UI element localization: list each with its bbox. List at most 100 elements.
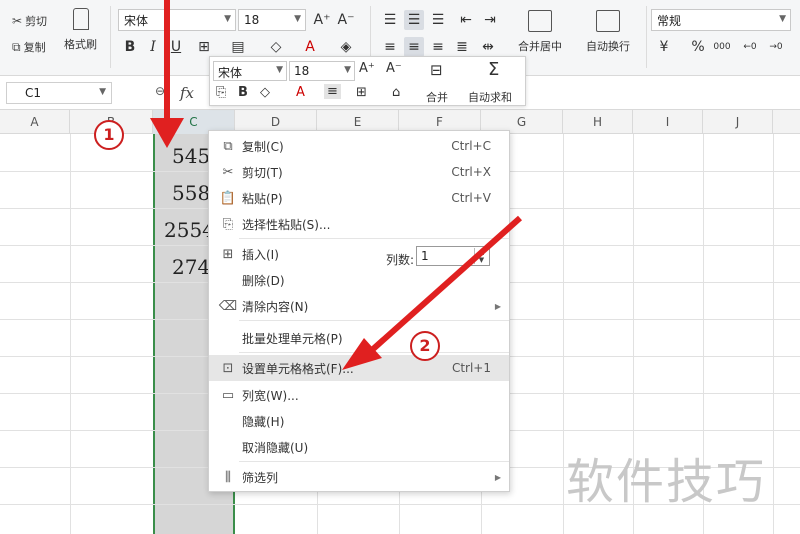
italic-icon: I [150,39,156,55]
mini-autosum-button[interactable]: 自动求和 [468,89,512,105]
menu-item-format-cells[interactable]: ⊡ 设置单元格格式(F)... Ctrl+1 [209,355,509,381]
format-cells-icon: ⊡ [222,360,234,376]
bold-button[interactable]: B [120,37,140,57]
font-size-value: 18 [244,13,260,27]
chevron-down-icon: ▼ [779,14,786,24]
mini-clear-icon[interactable]: ⌂ [392,85,400,100]
align-bottom-button[interactable]: ☰ [428,10,448,30]
column-count-input[interactable]: 1 ▲ ▼ [416,246,490,266]
chevron-down-icon: ▼ [294,14,301,24]
column-header-h[interactable]: H [563,110,633,134]
mini-bold-icon[interactable]: B [238,85,248,100]
stepper-icon[interactable]: ▲ ▼ [474,248,488,264]
menu-item-paste[interactable]: 📋 粘贴(P) Ctrl+V [209,185,509,211]
thousands-button[interactable]: 000 [712,37,732,57]
align-center-button[interactable]: ≡ [404,37,424,57]
format-painter-button[interactable]: 格式刷 [64,8,97,52]
percent-button[interactable]: % [688,37,708,57]
align-right-button[interactable]: ≡ [428,37,448,57]
mini-merge-button[interactable]: 合并 [426,89,448,105]
decrease-indent-button[interactable]: ⇤ [456,10,476,30]
font-color-button[interactable]: A [300,37,320,57]
column-header-i[interactable]: I [633,110,703,134]
number-format-value: 常规 [657,13,682,28]
mini-font-value: 宋体 [218,66,243,80]
merge-cells-icon [528,10,552,32]
menu-item-hide[interactable]: 隐藏(H) [209,408,509,434]
menu-item-clear-contents[interactable]: ⌫ 清除内容(N) ▶ [209,293,509,319]
currency-button[interactable]: ¥ [654,37,674,57]
increase-decimal-button[interactable]: ←0 [740,37,760,57]
align-left-button[interactable]: ≡ [380,37,400,57]
cell-c2[interactable]: 558 [172,181,210,205]
name-box[interactable]: C1 ▼ [6,82,112,104]
menu-item-delete[interactable]: 删除(D) [209,267,509,293]
eraser-icon: ◈ [340,39,352,55]
column-count-value: 1 [421,249,429,263]
font-size-select[interactable]: 18 ▼ [238,9,306,31]
cell-style-button[interactable]: ▤ [228,37,248,57]
grid-line [773,134,774,534]
wrap-text-button[interactable]: 自动换行 [586,10,630,54]
align-left-icon: ≡ [384,39,396,55]
chevron-down-icon: ▼ [276,65,283,75]
font-name-select[interactable]: 宋体 ▼ [118,9,236,31]
decrease-decimal-button[interactable]: →0 [766,37,786,57]
align-middle-button[interactable]: ☰ [404,10,424,30]
border-button[interactable]: ⊞ [194,37,214,57]
justify-icon: ≣ [456,39,468,55]
align-top-icon: ☰ [383,12,397,28]
zoom-icon[interactable]: ⊖ [155,84,165,98]
mini-border-icon[interactable]: ⊞ [356,85,367,100]
cut-button[interactable]: ✂ 剪切 [12,13,47,29]
copy-icon: ⧉ [223,138,233,154]
column-header-a[interactable]: A [0,110,70,134]
eraser-icon: ⌫ [218,298,238,314]
menu-item-batch-process[interactable]: 批量处理单元格(P) [209,325,509,351]
currency-icon: ¥ [659,39,669,55]
mini-format-painter-icon[interactable]: ⎘ [216,85,226,100]
copy-button[interactable]: ⧉ 复制 [12,39,46,55]
mini-fill-icon[interactable]: ◇ [260,85,270,100]
mini-decrease-font-icon[interactable]: A⁻ [386,61,402,76]
align-top-button[interactable]: ☰ [380,10,400,30]
fill-color-button[interactable]: ◇ [266,37,286,57]
mini-align-icon[interactable]: ≡ [324,84,341,99]
menu-item-insert[interactable]: ⊞ 插入(I) [209,241,379,267]
insert-function-button[interactable]: fx [180,84,194,102]
distribute-button[interactable]: ⇹ [478,37,498,57]
column-count-label: 列数: [386,253,415,267]
menu-item-column-width[interactable]: ▭ 列宽(W)... [209,382,509,408]
menu-separator [239,461,509,462]
menu-item-paste-special[interactable]: ⎘ 选择性粘贴(S)... [209,211,509,237]
decrease-font-button[interactable]: A⁻ [336,10,356,30]
column-header-j[interactable]: J [703,110,773,134]
clear-button[interactable]: ◈ [336,37,356,57]
menu-item-copy[interactable]: ⧉ 复制(C) Ctrl+C [209,133,509,159]
scissors-icon: ✂ [222,164,234,180]
align-middle-icon: ☰ [407,12,421,28]
merge-center-button[interactable]: 合并居中 [518,10,562,54]
italic-button[interactable]: I [143,37,163,57]
cell-c4[interactable]: 274 [172,255,210,279]
menu-item-cut[interactable]: ✂ 剪切(T) Ctrl+X [209,159,509,185]
font-color-icon: A [305,39,315,55]
mini-font-select[interactable]: 宋体 ▼ [213,61,287,81]
underline-button[interactable]: U [166,37,186,57]
sum-icon: Σ [488,59,500,80]
filter-columns-icon: ⫼ [225,469,231,485]
increase-font-button[interactable]: A⁺ [312,10,332,30]
floating-format-toolbar: 宋体 ▼ 18 ▼ A⁺ A⁻ ⎘ B ◇ A ≡ ⊞ ⌂ ⊟ 合并 Σ 自动求… [209,56,526,106]
number-format-select[interactable]: 常规 ▼ [651,9,791,31]
mini-increase-font-icon[interactable]: A⁺ [359,61,375,76]
justify-button[interactable]: ≣ [452,37,472,57]
mini-font-color-icon[interactable]: A [296,85,305,100]
menu-item-filter-column[interactable]: ⫼ 筛选列 ▶ [209,464,509,490]
underline-icon: U [170,39,182,55]
mini-size-select[interactable]: 18 ▼ [289,61,355,81]
increase-indent-button[interactable]: ⇥ [480,10,500,30]
menu-item-unhide[interactable]: 取消隐藏(U) [209,434,509,460]
insert-icon: ⊞ [222,246,234,262]
cell-c1[interactable]: 545 [172,144,210,168]
grid-line [70,134,71,534]
